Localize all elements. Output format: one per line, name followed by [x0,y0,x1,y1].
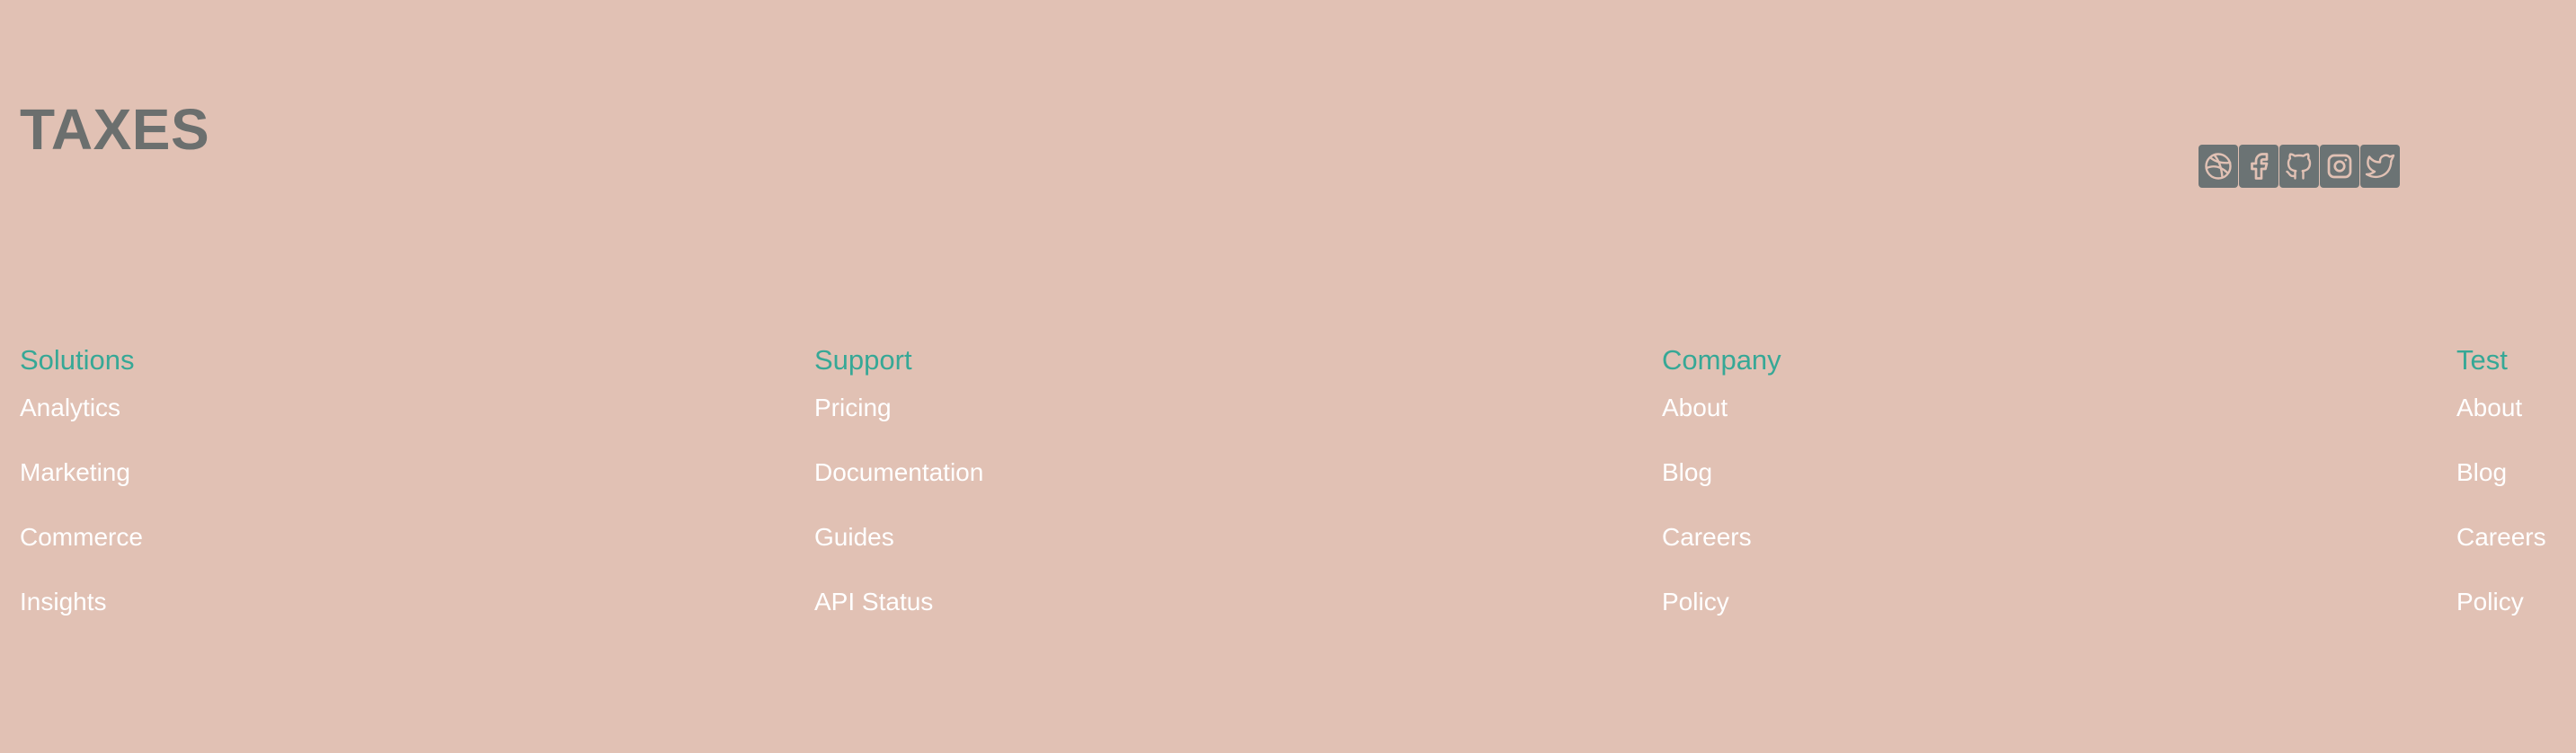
link-marketing[interactable]: Marketing [20,456,130,489]
brand-logo-text[interactable]: TAXES [20,93,209,165]
link-pricing[interactable]: Pricing [814,392,892,424]
list-item: Policy [1662,586,1781,651]
twitter-icon[interactable] [2360,145,2400,188]
link-analytics[interactable]: Analytics [20,392,120,424]
list-item: Commerce [20,521,143,586]
link-about[interactable]: About [1662,392,1728,424]
list-item: About [2456,392,2546,456]
list-item: Blog [2456,456,2546,521]
list-item: Analytics [20,392,143,456]
column-heading-support: Support [814,344,912,376]
column-heading-solutions: Solutions [20,344,135,376]
facebook-icon[interactable] [2239,145,2278,188]
link-about[interactable]: About [2456,392,2522,424]
link-insights[interactable]: Insights [20,586,107,618]
list-item: Blog [1662,456,1781,521]
list-item: Pricing [814,392,983,456]
link-careers[interactable]: Careers [1662,521,1752,554]
github-icon[interactable] [2279,145,2319,188]
instagram-icon[interactable] [2320,145,2359,188]
footer-column-test: Test About Blog Careers Policy [2456,340,2546,651]
link-blog[interactable]: Blog [2456,456,2507,489]
link-commerce[interactable]: Commerce [20,521,143,554]
link-careers[interactable]: Careers [2456,521,2546,554]
dribbble-icon[interactable] [2198,145,2238,188]
column-heading-company: Company [1662,344,1781,376]
link-list: Pricing Documentation Guides API Status [814,392,983,651]
link-documentation[interactable]: Documentation [814,456,983,489]
footer-column-company: Company About Blog Careers Policy [1662,340,1781,651]
link-policy[interactable]: Policy [1662,586,1729,618]
link-policy[interactable]: Policy [2456,586,2524,618]
list-item: API Status [814,586,983,651]
link-list: About Blog Careers Policy [1662,392,1781,651]
list-item: Policy [2456,586,2546,651]
social-links [2198,145,2400,188]
list-item: Documentation [814,456,983,521]
list-item: Careers [1662,521,1781,586]
footer-column-solutions: Solutions Analytics Marketing Commerce I… [20,340,143,651]
list-item: Marketing [20,456,143,521]
column-heading-test: Test [2456,344,2508,376]
list-item: Careers [2456,521,2546,586]
link-blog[interactable]: Blog [1662,456,1712,489]
link-list: Analytics Marketing Commerce Insights [20,392,143,651]
list-item: Guides [814,521,983,586]
link-api-status[interactable]: API Status [814,586,933,618]
list-item: Insights [20,586,143,651]
link-list: About Blog Careers Policy [2456,392,2546,651]
link-guides[interactable]: Guides [814,521,894,554]
list-item: About [1662,392,1781,456]
footer-column-support: Support Pricing Documentation Guides API… [814,340,983,651]
